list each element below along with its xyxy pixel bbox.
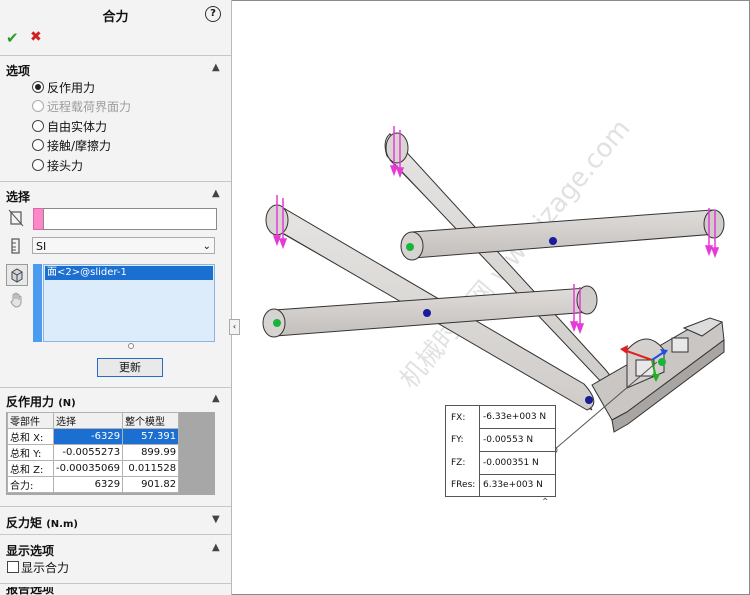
divider (0, 387, 231, 388)
pin-joint-icon (406, 243, 414, 251)
callout-value: -6.33e+003 N (479, 406, 555, 429)
radio-off-icon (32, 100, 44, 112)
list-color-bar (33, 264, 42, 342)
graphics-viewport[interactable]: 机械时代网 www.jzage.com (232, 0, 748, 593)
table-cell[interactable]: -6329 (52, 428, 124, 445)
part-select-icon[interactable] (6, 264, 28, 286)
callout-value: -0.00553 N (479, 429, 555, 452)
cancel-x-icon[interactable]: ✖ (30, 29, 42, 45)
reaction-moment-title[interactable]: 反力矩 (N.m) (6, 514, 78, 531)
reaction-force-title[interactable]: 反作用力 (N) (6, 393, 76, 410)
table-cell[interactable]: 0.011528 (122, 460, 180, 477)
force-callout[interactable]: FX: -6.33e+003 N FY: -0.00553 N FZ: -0.0… (445, 405, 556, 497)
next-section-title[interactable]: 报告选项 (6, 587, 54, 595)
pin-joint-icon (658, 358, 666, 366)
table-header: 选择 (52, 412, 124, 429)
table-row[interactable]: 总和 Z: -0.00035069 0.011528 (7, 460, 180, 477)
show-resultant-checkbox[interactable] (7, 561, 19, 573)
radio-on-icon[interactable] (32, 81, 44, 93)
table-header: 整个模型 (122, 412, 180, 429)
update-button[interactable]: 更新 (97, 358, 163, 377)
pin-joint-icon (585, 396, 593, 404)
collapse-up-icon[interactable]: ▲ (212, 188, 220, 199)
selection-section-title[interactable]: 选择 (6, 188, 30, 205)
pin-joint-icon (549, 237, 557, 245)
table-cell: 总和 Y: (7, 444, 54, 461)
callout-label: FY: (451, 435, 464, 445)
chevron-down-icon: ⌄ (202, 241, 211, 252)
collapse-up-icon[interactable]: ▲ (212, 393, 220, 404)
callout-value: 6.33e+003 N (479, 475, 555, 496)
radio-remote-load: 远程载荷界面力 (32, 99, 131, 115)
divider (0, 583, 231, 584)
pin-joint-icon (273, 319, 281, 327)
table-cell[interactable]: 901.82 (122, 476, 180, 493)
table-cell[interactable]: 57.391 (122, 428, 180, 445)
selection-list[interactable]: 面<2>@slider-1 (43, 264, 215, 342)
collapse-up-icon[interactable]: ▲ (212, 542, 220, 553)
radio-off-icon[interactable] (32, 159, 44, 171)
radio-free-body[interactable]: 自由实体力 (32, 119, 107, 135)
pin-joint-icon (423, 309, 431, 317)
selection-input[interactable] (43, 208, 217, 230)
ok-check-icon[interactable]: ✔ (6, 29, 19, 47)
table-cell[interactable]: 6329 (52, 476, 124, 493)
divider (0, 181, 231, 182)
help-icon[interactable]: ? (205, 6, 221, 22)
table-cell: 合力: (7, 476, 54, 493)
table-header: 零部件 (7, 412, 54, 429)
radio-connector-force[interactable]: 接头力 (32, 158, 83, 174)
table-row[interactable]: 总和 Y: -0.0055273 899.99 (7, 444, 180, 461)
callout-label: FZ: (451, 458, 466, 468)
table-row[interactable]: 合力: 6329 901.82 (7, 476, 180, 493)
table-cell: 总和 Z: (7, 460, 54, 477)
radio-off-icon[interactable] (32, 120, 44, 132)
table-row[interactable]: 总和 X: -6329 57.391 (7, 428, 180, 445)
collapse-up-icon[interactable]: ▲ (212, 62, 220, 73)
face-select-icon (8, 209, 24, 227)
units-icon (11, 238, 20, 254)
table-header-row: 零部件 选择 整个模型 (7, 412, 180, 429)
resize-handle-icon[interactable] (128, 343, 134, 349)
table-cell[interactable]: -0.00035069 (52, 460, 124, 477)
callout-label: FX: (451, 413, 466, 423)
table-cell[interactable]: -0.0055273 (52, 444, 124, 461)
manager-title: 合力 (102, 10, 129, 25)
options-section-title[interactable]: 选项 (6, 62, 30, 79)
divider (0, 534, 231, 535)
units-select[interactable]: SI ⌄ (32, 237, 215, 254)
callout-label: FRes: (451, 480, 476, 490)
expand-down-icon[interactable]: ▼ (212, 514, 220, 525)
radio-off-icon[interactable] (32, 139, 44, 151)
collapse-callout-icon[interactable]: ⌃ (541, 497, 549, 508)
divider (0, 506, 231, 507)
table-cell: 总和 X: (7, 428, 54, 445)
hand-select-icon[interactable] (8, 291, 26, 309)
show-resultant-label: 显示合力 (21, 561, 70, 575)
divider (0, 55, 231, 56)
table-cell[interactable]: 899.99 (122, 444, 180, 461)
callout-value: -0.000351 N (479, 452, 555, 475)
radio-contact-friction[interactable]: 接触/摩擦力 (32, 138, 111, 154)
display-options-title[interactable]: 显示选项 (6, 542, 54, 559)
property-manager: 合力 ? ✔ ✖ 选项 ▲ 反作用力 远程载荷界面力 自由实体力 接触/摩擦力 … (0, 0, 232, 595)
reaction-force-table: 零部件 选择 整个模型 总和 X: -6329 57.391 总和 Y: -0.… (7, 412, 180, 493)
list-item[interactable]: 面<2>@slider-1 (45, 266, 213, 280)
radio-reaction-force[interactable]: 反作用力 (32, 80, 95, 96)
